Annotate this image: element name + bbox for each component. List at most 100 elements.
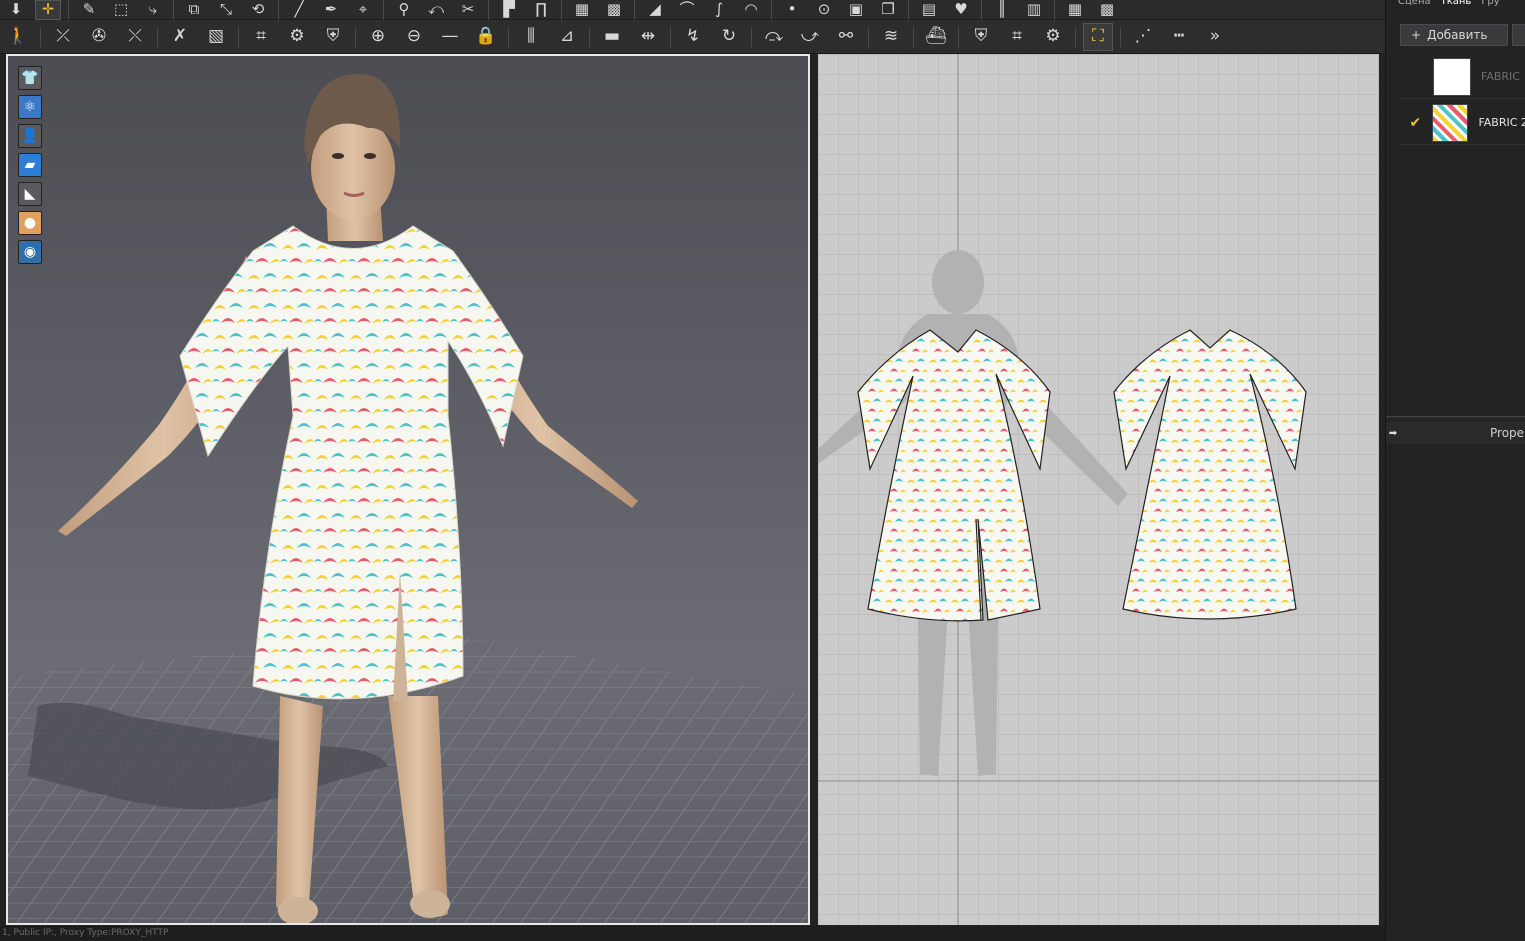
curve-point-icon[interactable]: ⊙ <box>811 0 837 20</box>
2d-scene[interactable] <box>818 54 1379 925</box>
tab-group[interactable]: Гру <box>1481 0 1499 8</box>
fill-triangle-icon[interactable]: ◢ <box>642 0 668 20</box>
measure-icon[interactable]: ▬ <box>597 23 627 51</box>
checkmark-icon: ✔ <box>1409 114 1422 131</box>
trim-icon[interactable]: ✂ <box>455 0 481 20</box>
fabric-list-item[interactable]: FABRIC <box>1401 55 1525 99</box>
arrange-icon[interactable]: ⇹ <box>633 23 663 51</box>
add-fabric-button[interactable]: + Добавить <box>1400 24 1508 46</box>
pin-tool-icon[interactable]: ✇ <box>84 23 114 51</box>
fold-icon[interactable]: ⟲ <box>245 0 271 20</box>
toolbar-separator <box>40 26 41 47</box>
down-arrow-icon[interactable]: ⬇ <box>3 0 29 20</box>
2d-pattern-window[interactable] <box>818 54 1379 925</box>
select-mesh-icon[interactable]: ⌗ <box>246 23 276 51</box>
buttonhole-icon[interactable]: ⊖ <box>399 23 429 51</box>
secondary-toolbar: 🚶 ⤫ ✇ ⤬ ✗ ▧ ⌗ ⚙ ⛨ ⊕ ⊖ — 🔒 ⫼ ⊿ ▬ ⇹ ↯ ↻ ⤼ ⤻ ⚯ ≋ ⛴ ⛨ ⌗ ⚙ ⛶ ⋰ ┅» <box>0 20 1385 54</box>
fold-book-icon[interactable]: ▧ <box>201 23 231 51</box>
seam-2d-icon[interactable]: ⤼ <box>759 23 789 51</box>
dotted-line-icon[interactable]: ⋰ <box>1128 23 1158 51</box>
curve-icon[interactable]: ∫ <box>706 0 732 20</box>
select-pin-icon[interactable]: ⤫ <box>48 23 78 51</box>
segment-icon[interactable]: ⤺ <box>423 0 449 20</box>
fabric-name: FABRIC 2 <box>1478 116 1525 129</box>
more-icon[interactable]: » <box>1200 23 1230 51</box>
free-sew-icon[interactable]: ↻ <box>714 23 744 51</box>
line-tool-icon[interactable]: — <box>435 23 465 51</box>
arc-icon[interactable]: ◠ <box>738 0 764 20</box>
toolbar-separator <box>670 26 671 47</box>
fitting-2d-icon[interactable]: ⚙ <box>1038 23 1068 51</box>
add-row: + Добавить <box>1400 24 1525 46</box>
avatar-icon[interactable]: 🚶 <box>3 23 33 51</box>
mesh-icon[interactable]: ▩ <box>601 0 627 20</box>
toolbar-separator <box>561 0 562 20</box>
toolbar-separator <box>1054 0 1055 20</box>
pin-icon[interactable]: ⌖ <box>350 0 376 20</box>
tab-scene[interactable]: Сцена <box>1398 0 1431 8</box>
property-editor-header[interactable]: ➡ Proper <box>1386 422 1525 444</box>
pants-icon[interactable]: ∏ <box>528 0 554 20</box>
brush-icon[interactable]: ✒ <box>318 0 344 20</box>
seam-icon[interactable]: ⤡ <box>213 0 239 20</box>
iron-icon[interactable]: ⛴ <box>921 23 951 51</box>
check-2d-icon[interactable]: ⛶ <box>1083 22 1113 51</box>
bezier-icon[interactable]: ⌒ <box>674 0 700 20</box>
tack-icon[interactable]: ⚲ <box>391 0 417 20</box>
edit-pattern-icon[interactable]: ✎ <box>76 0 102 20</box>
block-icon[interactable]: ▣ <box>843 0 869 20</box>
render-icon[interactable]: ◣ <box>18 182 42 206</box>
move-icon[interactable]: ✛ <box>35 0 61 20</box>
fabric-display-icon[interactable]: ▰ <box>18 153 42 177</box>
toolbar-separator <box>278 0 279 20</box>
dash-icon[interactable]: ┅ <box>1164 23 1194 51</box>
environment-icon[interactable]: ◉ <box>18 240 42 264</box>
bars-icon[interactable]: ▥ <box>1021 0 1047 20</box>
add-options-button[interactable] <box>1512 24 1525 46</box>
fabric-name: FABRIC <box>1481 70 1520 83</box>
toolbar-separator <box>913 26 914 47</box>
fabric-list-item[interactable]: ✔ FABRIC 2 <box>1401 101 1525 145</box>
lock-icon[interactable]: 🔒 <box>471 23 501 51</box>
toolbar-separator <box>157 26 158 47</box>
sew-icon[interactable]: ⧉ <box>181 0 207 20</box>
expand-arrow-icon[interactable]: ➡ <box>1386 428 1400 439</box>
shirt-icon[interactable]: ▛ <box>496 0 522 20</box>
mesh-3d-icon[interactable]: ▩ <box>1094 0 1120 20</box>
3d-viewport[interactable]: 👕 ⚛ 👤 ▰ ◣ ● ◉ <box>6 54 810 925</box>
edit-sew-icon[interactable]: ⚯ <box>831 23 861 51</box>
physics-icon[interactable]: ⚛ <box>18 95 42 119</box>
topstitch-icon[interactable]: ≋ <box>876 23 906 51</box>
pull-icon[interactable]: ⤬ <box>120 23 150 51</box>
sleeve-icon[interactable]: ⊿ <box>552 23 582 51</box>
fitting-icon[interactable]: ⚙ <box>282 23 312 51</box>
shirt-detail-icon[interactable]: ⛨ <box>318 23 348 51</box>
avatar-display-icon[interactable]: 👤 <box>18 124 42 148</box>
grid-3d-icon[interactable]: ▦ <box>1062 0 1088 20</box>
copy-icon[interactable]: ❐ <box>875 0 901 20</box>
segment-sew-icon[interactable]: ↯ <box>678 23 708 51</box>
heart-icon[interactable]: ♥ <box>948 0 974 20</box>
grid-icon[interactable]: ▦ <box>569 0 595 20</box>
skin-icon[interactable]: ● <box>18 211 42 235</box>
select-mesh-2d-icon[interactable]: ⌗ <box>1002 23 1032 51</box>
paste-icon[interactable]: ▤ <box>916 0 942 20</box>
viewport-side-toolbar: 👕 ⚛ 👤 ▰ ◣ ● ◉ <box>18 66 42 264</box>
garment-display-icon[interactable]: 👕 <box>18 66 42 90</box>
button-icon[interactable]: ⊕ <box>363 23 393 51</box>
columns-icon[interactable]: ║ <box>989 0 1015 20</box>
point-icon[interactable]: • <box>779 0 805 20</box>
tab-fabric[interactable]: Ткань <box>1441 0 1472 8</box>
fabric-thumbnail <box>1431 103 1469 142</box>
status-bar: 1, Public IP:, Proxy Type:PROXY_HTTP <box>0 926 1385 941</box>
cut-icon[interactable]: ✗ <box>165 23 195 51</box>
line-icon[interactable]: ╱ <box>286 0 312 20</box>
toolbar-separator <box>634 0 635 20</box>
panel-divider[interactable] <box>1386 416 1525 418</box>
3d-scene[interactable] <box>8 56 810 925</box>
sew-2d-icon[interactable]: ⤻ <box>795 23 825 51</box>
shirt-2d-icon[interactable]: ⛨ <box>966 23 996 51</box>
edit-curve-icon[interactable]: ⤷ <box>140 0 166 20</box>
transform-icon[interactable]: ⬚ <box>108 0 134 20</box>
zipper-icon[interactable]: ⫼ <box>516 23 546 51</box>
